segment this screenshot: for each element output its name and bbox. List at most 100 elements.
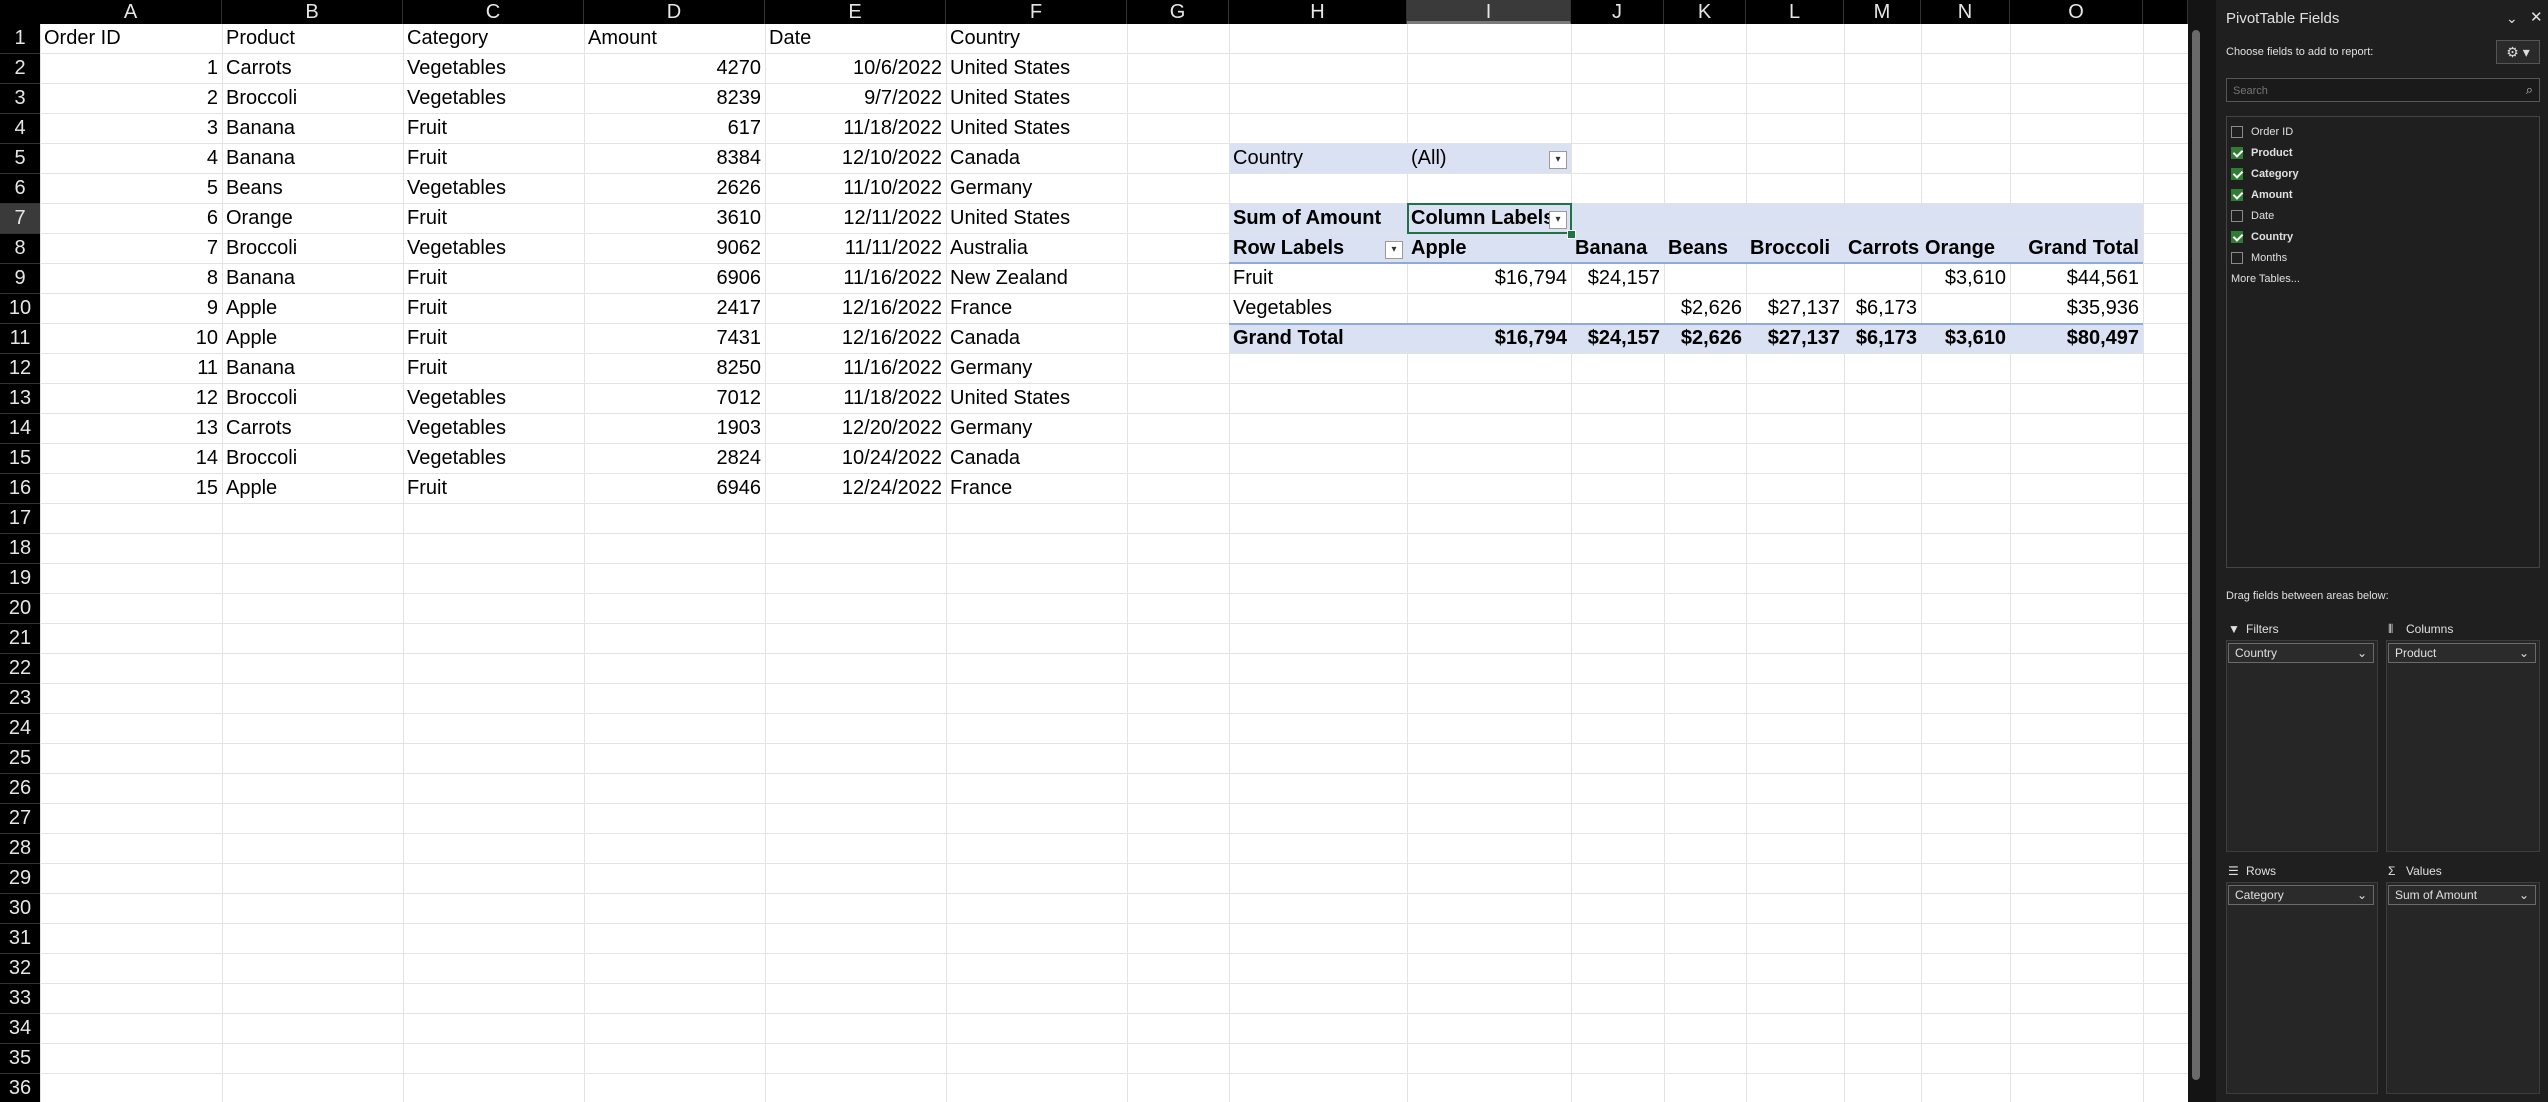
table-cell[interactable]: United States	[946, 204, 1127, 233]
table-cell[interactable]: Fruit	[403, 114, 584, 143]
table-cell[interactable]: Vegetables	[403, 84, 584, 113]
table-cell[interactable]: Carrots	[222, 414, 403, 443]
row-header-21[interactable]: 21	[0, 624, 40, 654]
row-header-10[interactable]: 10	[0, 294, 40, 324]
table-cell[interactable]: 10/6/2022	[765, 54, 946, 83]
chevron-down-icon[interactable]: ⌄	[2357, 646, 2367, 660]
chevron-down-icon[interactable]: ⌄	[2519, 888, 2529, 902]
pivot-column-header[interactable]: Broccoli	[1746, 234, 1844, 263]
table-cell[interactable]: 12/16/2022	[765, 294, 946, 323]
table-cell[interactable]: Vegetables	[403, 414, 584, 443]
table-cell[interactable]: 15	[40, 474, 222, 503]
row-header-29[interactable]: 29	[0, 864, 40, 894]
column-header-i[interactable]: I	[1407, 0, 1571, 24]
table-cell[interactable]: Vegetables	[403, 174, 584, 203]
filters-area[interactable]	[2226, 640, 2378, 852]
row-header-31[interactable]: 31	[0, 924, 40, 954]
row-header-3[interactable]: 3	[0, 84, 40, 114]
table-cell[interactable]: Fruit	[403, 354, 584, 383]
pivot-grand-total-cell[interactable]: $3,610	[1921, 324, 2010, 353]
table-cell[interactable]: United States	[946, 54, 1127, 83]
table-cell[interactable]: 12	[40, 384, 222, 413]
table-cell[interactable]: Vegetables	[403, 384, 584, 413]
row-header-13[interactable]: 13	[0, 384, 40, 414]
field-search-box[interactable]: ⌕	[2226, 78, 2540, 102]
column-header-f[interactable]: F	[946, 0, 1127, 24]
field-checkbox[interactable]	[2231, 252, 2243, 264]
table-cell[interactable]: Banana	[222, 114, 403, 143]
row-header-22[interactable]: 22	[0, 654, 40, 684]
pivot-value-cell[interactable]: $27,137	[1746, 294, 1844, 323]
row-header-32[interactable]: 32	[0, 954, 40, 984]
pivot-value-cell[interactable]: $6,173	[1844, 294, 1921, 323]
row-header-19[interactable]: 19	[0, 564, 40, 594]
chevron-down-icon[interactable]: ⌄	[2357, 888, 2367, 902]
pivot-values-label[interactable]: Sum of Amount	[1229, 204, 1407, 233]
table-cell[interactable]: 10/24/2022	[765, 444, 946, 473]
pivot-value-cell[interactable]: $16,794	[1407, 264, 1571, 293]
table-cell[interactable]: New Zealand	[946, 264, 1127, 293]
table-cell[interactable]: Canada	[946, 444, 1127, 473]
pivot-column-header[interactable]: Beans	[1664, 234, 1746, 263]
row-header-6[interactable]: 6	[0, 174, 40, 204]
row-labels-dropdown-icon[interactable]: ▾	[1385, 241, 1403, 259]
row-header-5[interactable]: 5	[0, 144, 40, 174]
table-cell[interactable]: Carrots	[222, 54, 403, 83]
table-cell[interactable]: Vegetables	[403, 54, 584, 83]
table-cell[interactable]: Apple	[222, 474, 403, 503]
row-header-33[interactable]: 33	[0, 984, 40, 1014]
table-cell[interactable]: 3	[40, 114, 222, 143]
row-header-11[interactable]: 11	[0, 324, 40, 354]
filters-country-pill[interactable]: Country ⌄	[2228, 643, 2374, 663]
table-cell[interactable]: 12/24/2022	[765, 474, 946, 503]
column-header-o[interactable]: O	[2010, 0, 2143, 24]
table-cell[interactable]: United States	[946, 84, 1127, 113]
row-header-12[interactable]: 12	[0, 354, 40, 384]
pivot-column-header[interactable]: Orange	[1921, 234, 2010, 263]
pivot-value-cell[interactable]: $2,626	[1664, 294, 1746, 323]
table-cell[interactable]: 2824	[584, 444, 765, 473]
vertical-scroll-thumb[interactable]	[2192, 30, 2200, 1080]
table-cell[interactable]: Germany	[946, 174, 1127, 203]
select-all-corner[interactable]	[0, 0, 40, 24]
field-checkbox[interactable]	[2231, 168, 2243, 180]
column-header-n[interactable]: N	[1921, 0, 2010, 24]
table-cell[interactable]: Germany	[946, 354, 1127, 383]
table-cell[interactable]: Fruit	[403, 204, 584, 233]
table-cell[interactable]: 11/18/2022	[765, 384, 946, 413]
columns-area[interactable]	[2386, 640, 2540, 852]
table-header-cell[interactable]: Order ID	[40, 24, 222, 53]
row-header-14[interactable]: 14	[0, 414, 40, 444]
field-item-months[interactable]: Months	[2231, 249, 2287, 267]
pivot-column-header[interactable]: Banana	[1571, 234, 1664, 263]
pivot-grand-total-cell[interactable]: $24,157	[1571, 324, 1664, 353]
table-cell[interactable]: Orange	[222, 204, 403, 233]
row-header-18[interactable]: 18	[0, 534, 40, 564]
values-area[interactable]	[2386, 882, 2540, 1094]
field-item-country[interactable]: Country	[2231, 228, 2293, 246]
row-header-28[interactable]: 28	[0, 834, 40, 864]
table-cell[interactable]: 5	[40, 174, 222, 203]
field-item-product[interactable]: Product	[2231, 144, 2293, 162]
pivot-value-cell[interactable]	[1746, 264, 1844, 293]
pivot-value-cell[interactable]	[1844, 264, 1921, 293]
field-item-date[interactable]: Date	[2231, 207, 2274, 225]
row-header-4[interactable]: 4	[0, 114, 40, 144]
table-cell[interactable]: Broccoli	[222, 444, 403, 473]
column-header-m[interactable]: M	[1844, 0, 1921, 24]
spreadsheet-grid[interactable]: ABCDEFGHIJKLMNO 1 2 3 4 5 6 7 8 9 10 11 12 13 14 15 16 1…	[0, 0, 2188, 1102]
pivot-column-header[interactable]: Apple	[1407, 234, 1571, 263]
field-checkbox[interactable]	[2231, 210, 2243, 222]
column-header-c[interactable]: C	[403, 0, 584, 24]
column-header-e[interactable]: E	[765, 0, 946, 24]
table-cell[interactable]: Fruit	[403, 264, 584, 293]
pivot-value-cell[interactable]: $3,610	[1921, 264, 2010, 293]
table-cell[interactable]: 11/16/2022	[765, 354, 946, 383]
table-cell[interactable]: 6946	[584, 474, 765, 503]
table-cell[interactable]: 1903	[584, 414, 765, 443]
table-cell[interactable]: 11/16/2022	[765, 264, 946, 293]
table-cell[interactable]: 7431	[584, 324, 765, 353]
table-cell[interactable]: Fruit	[403, 324, 584, 353]
table-cell[interactable]: United States	[946, 114, 1127, 143]
pivot-value-cell[interactable]: $35,936	[2010, 294, 2143, 323]
